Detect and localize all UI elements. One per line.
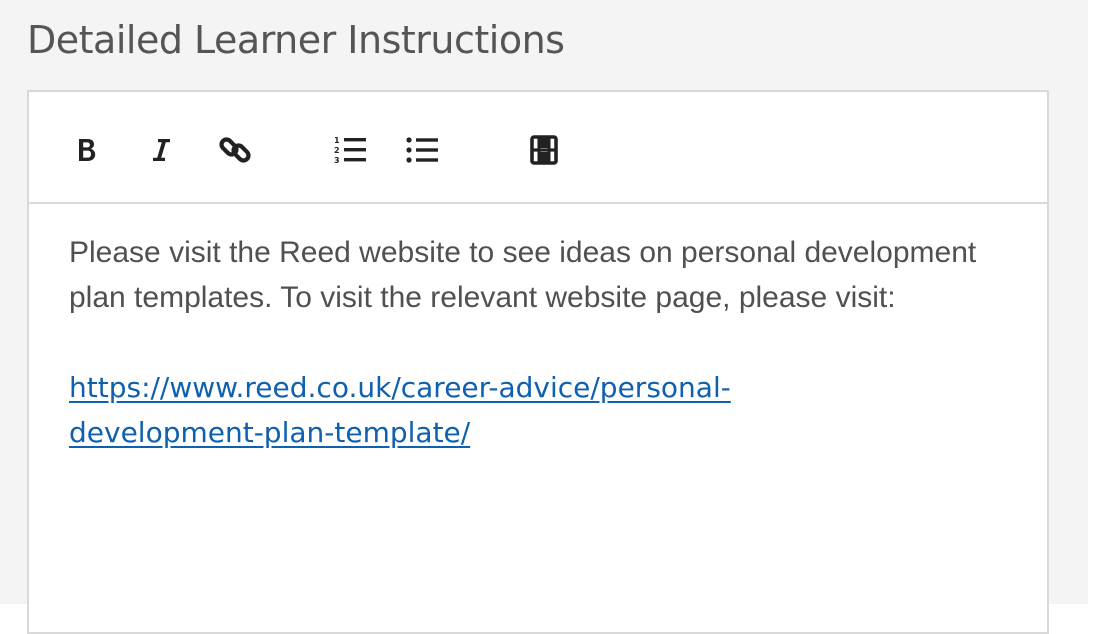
unordered-list-button[interactable] <box>403 130 443 170</box>
svg-text:2: 2 <box>334 146 340 155</box>
link-button[interactable] <box>215 130 255 170</box>
link-icon <box>219 137 251 163</box>
instructions-panel: Detailed Learner Instructions 1 2 3 Plea… <box>0 0 1088 634</box>
ordered-list-icon: 1 2 3 <box>334 136 366 165</box>
film-icon <box>530 135 558 165</box>
insert-video-button[interactable] <box>524 130 564 170</box>
rich-text-editor[interactable]: 1 2 3 Please visit the Reed website to s… <box>27 90 1049 634</box>
svg-text:1: 1 <box>334 136 340 145</box>
unordered-list-icon <box>406 137 438 163</box>
svg-text:3: 3 <box>334 156 340 165</box>
instruction-paragraph: Please visit the Reed website to see ide… <box>69 236 977 314</box>
italic-button[interactable] <box>141 130 181 170</box>
section-title: Detailed Learner Instructions <box>27 18 565 62</box>
editor-content[interactable]: Please visit the Reed website to see ide… <box>69 230 1009 455</box>
editor-toolbar: 1 2 3 <box>29 92 1047 204</box>
bold-icon <box>79 139 96 161</box>
reed-website-link[interactable]: https://www.reed.co.uk/career-advice/per… <box>69 365 869 455</box>
ordered-list-button[interactable]: 1 2 3 <box>331 130 371 170</box>
bold-button[interactable] <box>67 130 107 170</box>
italic-icon <box>153 139 170 161</box>
